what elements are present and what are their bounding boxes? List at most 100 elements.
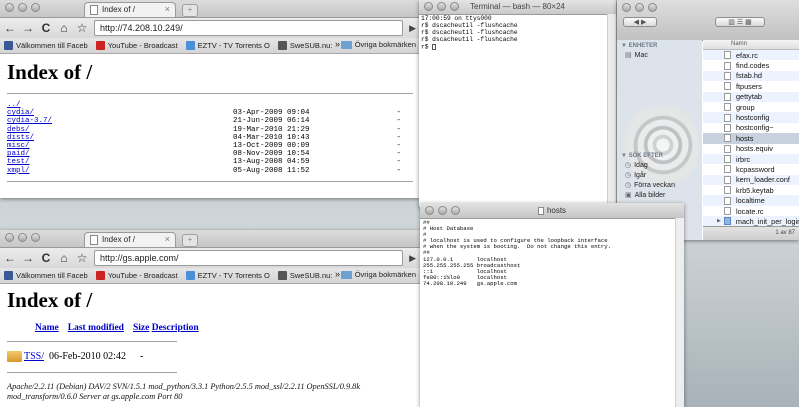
zoom-button[interactable] — [648, 3, 657, 12]
browser-window-1: Index of / × + ← → C ⌂ ☆ http://74.208.1… — [0, 0, 420, 198]
sidebar-section-devices: ▼ ENHETER — [621, 43, 658, 49]
file-row[interactable]: efax.rc — [703, 50, 799, 61]
go-icon[interactable]: ▶ — [409, 253, 416, 264]
minimize-button[interactable] — [437, 2, 446, 11]
back-forward-buttons[interactable]: ◀ ▶ — [623, 17, 657, 27]
close-button[interactable] — [622, 3, 631, 12]
tab-title: Index of / — [102, 5, 135, 14]
tab-index[interactable]: Index of / × — [84, 2, 176, 17]
listing-row: xmpl/05-Aug-2008 11:52 - — [7, 167, 413, 175]
listing-link[interactable]: cydia/ — [7, 109, 233, 117]
file-row[interactable]: locate.rc — [703, 206, 799, 216]
sidebar-item-today[interactable]: ◷ Idag — [617, 160, 702, 170]
sidebar-item-all-images[interactable]: ▣ Alla bilder — [617, 190, 702, 200]
minimize-button[interactable] — [18, 233, 27, 242]
sort-by-last-modified-link[interactable]: Last modified — [68, 323, 124, 333]
file-row[interactable]: irbrc — [703, 153, 799, 165]
sort-by-size-link[interactable]: Size — [133, 323, 149, 333]
go-icon[interactable]: ▶ — [409, 23, 416, 34]
sidebar-item-mac[interactable]: ▤ Mac — [617, 50, 702, 60]
file-row[interactable]: gettytab — [703, 91, 799, 102]
terminal-output[interactable]: 17:00:59 on ttys000 r$ dscacheutil -flus… — [419, 15, 616, 52]
bookmark-facebook[interactable]: Välkommen till Faceb — [4, 41, 88, 50]
tab-close-icon[interactable]: × — [165, 234, 170, 244]
address-bar[interactable]: http://gs.apple.com/ — [94, 250, 404, 266]
file-row[interactable]: kern_loader.conf — [703, 174, 799, 186]
sidebar-item-last-week[interactable]: ◷ Förra veckan — [617, 180, 702, 190]
address-bar[interactable]: http://74.208.10.249/ — [94, 20, 404, 36]
minimize-button[interactable] — [635, 3, 644, 12]
hosts-text-area[interactable]: ## # Host Database # # localhost is used to… — [420, 219, 684, 288]
minimize-button[interactable] — [438, 206, 447, 215]
file-row[interactable]: ftpusers — [703, 81, 799, 91]
forward-icon[interactable]: → — [22, 248, 34, 268]
file-row[interactable]: group — [703, 102, 799, 112]
tab-close-icon[interactable]: × — [165, 4, 170, 14]
terminal-scrollbar[interactable] — [607, 14, 616, 207]
file-row[interactable]: fstab.hd — [703, 70, 799, 82]
listing-link[interactable]: misc/ — [7, 142, 233, 150]
reload-icon[interactable]: C — [40, 18, 52, 38]
other-bookmarks[interactable]: Övriga bokmärken — [340, 40, 416, 49]
bookmark-youtube[interactable]: YouTube - Broadcast — [95, 271, 178, 280]
editor-scrollbar[interactable] — [675, 218, 684, 407]
file-row[interactable]: krb5.keytab — [703, 185, 799, 195]
listing-date: 21-Jun-2009 06:14 — [233, 117, 310, 126]
bookmark-youtube[interactable]: YouTube - Broadcast — [95, 41, 178, 50]
file-row[interactable]: hosts.equiv — [703, 144, 799, 154]
file-name: hostconfig~ — [736, 123, 774, 133]
listing-link[interactable]: dists/ — [7, 134, 233, 142]
zoom-button[interactable] — [31, 3, 40, 12]
sort-by-description-link[interactable]: Description — [152, 323, 199, 333]
listing-date: 04-Mar-2010 10:43 — [233, 133, 310, 142]
zoom-button[interactable] — [451, 206, 460, 215]
new-tab-button[interactable]: + — [182, 4, 198, 17]
chevron-right-icon[interactable]: » — [335, 269, 340, 279]
sidebar-item-yesterday[interactable]: ◷ Igår — [617, 170, 702, 180]
bookmark-eztv[interactable]: EZTV - TV Torrents O — [185, 41, 270, 50]
file-row[interactable]: hostconfig~ — [703, 123, 799, 133]
back-icon[interactable]: ← — [4, 248, 16, 268]
file-row[interactable]: hosts — [703, 133, 799, 144]
chevron-right-icon[interactable]: » — [335, 39, 340, 49]
file-row[interactable]: find.codes — [703, 60, 799, 70]
listing-row: cydia-3.7/21-Jun-2009 06:14 - — [7, 117, 413, 125]
file-row[interactable]: kcpassword — [703, 164, 799, 174]
minimize-button[interactable] — [18, 3, 27, 12]
column-header-name[interactable]: Namn — [703, 40, 799, 50]
bookmark-facebook[interactable]: Välkommen till Faceb — [4, 271, 88, 280]
back-icon[interactable]: ← — [4, 18, 16, 38]
home-icon[interactable]: ⌂ — [58, 18, 70, 38]
other-bookmarks[interactable]: Övriga bokmärken — [340, 270, 416, 279]
new-tab-button[interactable]: + — [182, 234, 198, 247]
bookmark-eztv[interactable]: EZTV - TV Torrents O — [185, 271, 270, 280]
sort-by-name-link[interactable]: Name — [35, 323, 59, 333]
listing-link[interactable]: paid/ — [7, 150, 233, 158]
dir-link-tss[interactable]: TSS/ — [24, 351, 44, 362]
bookmark-swesub[interactable]: SweSUB.nu: — [277, 271, 332, 280]
listing-link[interactable]: ../ — [7, 101, 233, 109]
close-button[interactable] — [5, 3, 14, 12]
bookmark-swesub[interactable]: SweSUB.nu: — [277, 41, 332, 50]
reload-icon[interactable]: C — [40, 248, 52, 268]
listing-size: - — [396, 150, 401, 159]
listing-link[interactable]: test/ — [7, 158, 233, 166]
zoom-button[interactable] — [450, 2, 459, 11]
forward-icon[interactable]: → — [22, 18, 34, 38]
listing-link[interactable]: debs/ — [7, 126, 233, 134]
window-controls — [425, 206, 460, 215]
view-mode-buttons[interactable]: ▥ ☰ ▦ — [715, 17, 765, 27]
zoom-button[interactable] — [31, 233, 40, 242]
listing-row: test/13-Aug-2008 04:59 - — [7, 158, 413, 166]
star-icon[interactable]: ☆ — [76, 18, 88, 38]
file-row[interactable]: hostconfig — [703, 112, 799, 123]
close-button[interactable] — [5, 233, 14, 242]
close-button[interactable] — [425, 206, 434, 215]
close-button[interactable] — [424, 2, 433, 11]
listing-link[interactable]: cydia-3.7/ — [7, 117, 233, 125]
file-row[interactable]: localtime — [703, 195, 799, 206]
listing-link[interactable]: xmpl/ — [7, 167, 233, 175]
home-icon[interactable]: ⌂ — [58, 248, 70, 268]
tab-index[interactable]: Index of / × — [84, 232, 176, 247]
star-icon[interactable]: ☆ — [76, 248, 88, 268]
